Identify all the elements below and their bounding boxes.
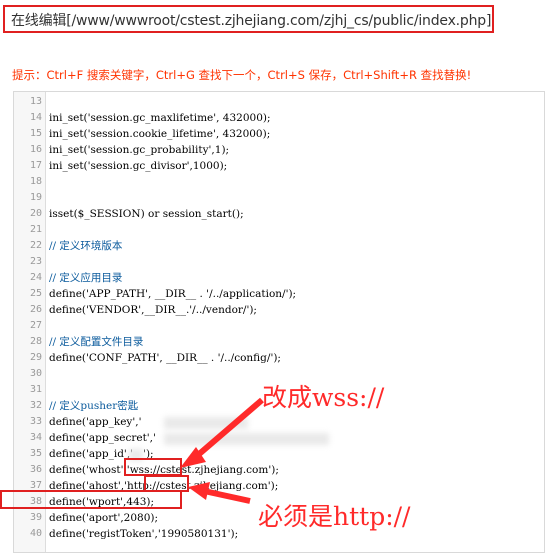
arrow-to-wss — [196, 397, 264, 458]
arrow-to-http — [203, 488, 251, 504]
arrow-head-http — [188, 482, 210, 500]
annotation-arrows — [180, 397, 264, 504]
